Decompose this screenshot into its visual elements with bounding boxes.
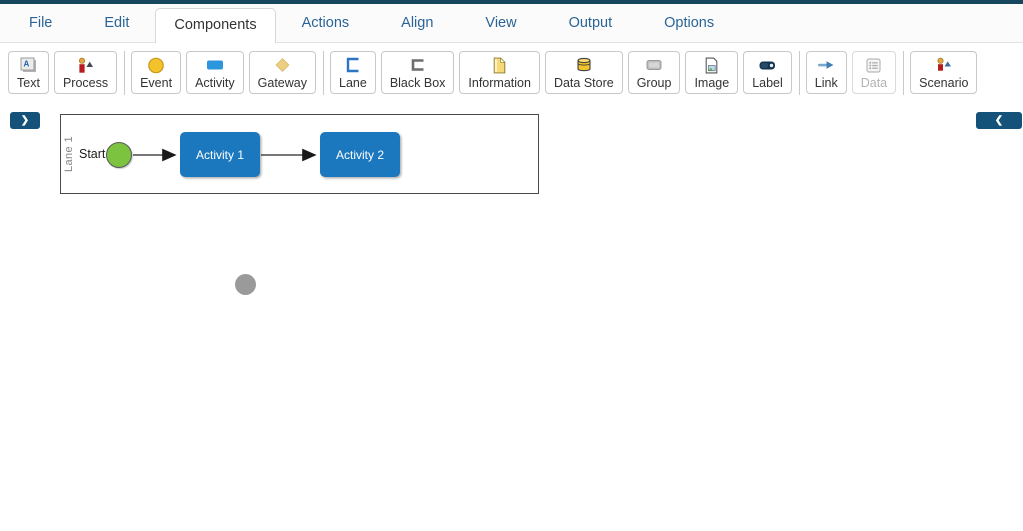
toolbar-separator	[323, 51, 324, 95]
toolbar-button-data: Data	[852, 51, 896, 94]
toolbar-separator	[903, 51, 904, 95]
toolbar-button-label: Group	[637, 76, 672, 90]
text-icon: A	[19, 56, 38, 74]
toolbar-button-black-box[interactable]: Black Box	[381, 51, 455, 94]
chevron-left-icon: ❮	[995, 115, 1003, 126]
toolbar-button-label: Link	[815, 76, 838, 90]
activity-icon	[205, 56, 225, 74]
black-box-icon	[409, 56, 427, 74]
menu-tab-file[interactable]: File	[3, 4, 78, 42]
toolbar-button-label: Data	[861, 76, 887, 90]
activity-label: Activity 2	[336, 148, 384, 162]
menu-bar: FileEditComponentsActionsAlignViewOutput…	[0, 4, 1023, 43]
toolbar-button-label[interactable]: Label	[743, 51, 792, 94]
toolbar-button-text[interactable]: A Text	[8, 51, 49, 94]
toolbar-button-scenario[interactable]: Scenario	[910, 51, 977, 94]
toolbar-button-label: Scenario	[919, 76, 968, 90]
menu-tab-output[interactable]: Output	[543, 4, 639, 42]
menu-tab-view[interactable]: View	[459, 4, 542, 42]
scenario-icon	[934, 56, 954, 74]
toolbar-button-group[interactable]: Group	[628, 51, 681, 94]
lane-icon	[344, 56, 362, 74]
group-icon	[645, 56, 663, 74]
toolbar-button-label: Gateway	[258, 76, 307, 90]
toolbar-button-event[interactable]: Event	[131, 51, 181, 94]
toolbar-button-lane[interactable]: Lane	[330, 51, 376, 94]
toolbar-button-label: Activity	[195, 76, 235, 90]
toolbar-button-label: Black Box	[390, 76, 446, 90]
menu-tab-components[interactable]: Components	[155, 8, 275, 43]
toolbar-button-label: Label	[752, 76, 783, 90]
data-store-icon	[575, 56, 593, 74]
start-event-label: Start	[79, 147, 105, 161]
process-icon	[76, 56, 96, 74]
toolbar-button-label: Information	[468, 76, 531, 90]
activity-node-2[interactable]: Activity 2	[320, 132, 400, 177]
toolbar-button-label: Image	[694, 76, 729, 90]
menu-tab-align[interactable]: Align	[375, 4, 459, 42]
toolbar-button-link[interactable]: Link	[806, 51, 847, 94]
toolbar-separator	[124, 51, 125, 95]
image-icon	[704, 56, 719, 74]
start-event-node[interactable]	[106, 142, 132, 168]
label-icon	[758, 56, 777, 74]
event-icon	[147, 56, 165, 74]
menu-tab-actions[interactable]: Actions	[276, 4, 376, 42]
right-panel-toggle-button[interactable]: ❮	[976, 112, 1022, 129]
toolbar-button-activity[interactable]: Activity	[186, 51, 244, 94]
toolbar-button-label: Text	[17, 76, 40, 90]
toolbar-button-gateway[interactable]: Gateway	[249, 51, 316, 94]
toolbar: A Text Process Event Activity Gateway Lane Blac…	[0, 43, 1023, 105]
menu-tab-edit[interactable]: Edit	[78, 4, 155, 42]
toolbar-button-process[interactable]: Process	[54, 51, 117, 94]
activity-label: Activity 1	[196, 148, 244, 162]
menu-tab-options[interactable]: Options	[638, 4, 740, 42]
activity-node-1[interactable]: Activity 1	[180, 132, 260, 177]
information-icon	[492, 56, 507, 74]
toolbar-button-label: Process	[63, 76, 108, 90]
toolbar-button-data-store[interactable]: Data Store	[545, 51, 623, 94]
toolbar-button-image[interactable]: Image	[685, 51, 738, 94]
data-icon	[865, 56, 882, 74]
toolbar-button-label: Data Store	[554, 76, 614, 90]
gateway-icon	[273, 56, 292, 74]
toolbar-button-label: Lane	[339, 76, 367, 90]
toolbar-button-label: Event	[140, 76, 172, 90]
diagram-canvas[interactable]: ❯ ❮ Lane 1 Start Activity 1 Activity 2	[0, 105, 1023, 531]
toolbar-button-information[interactable]: Information	[459, 51, 540, 94]
toolbar-separator	[799, 51, 800, 95]
gray-circle-node[interactable]	[235, 274, 256, 295]
link-icon	[816, 56, 836, 74]
svg-text:A: A	[23, 60, 29, 69]
